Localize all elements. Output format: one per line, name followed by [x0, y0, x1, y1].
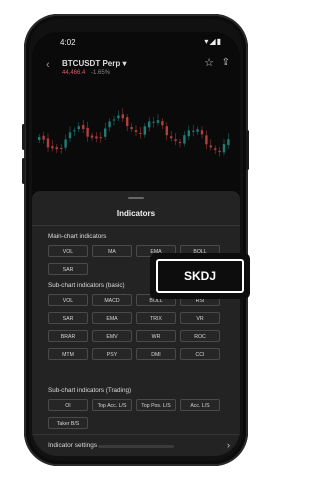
indicator-chip-emv[interactable]: EMV	[92, 330, 132, 342]
candle-body	[38, 137, 41, 140]
status-time: 4:02	[60, 38, 76, 47]
volume-up-button	[22, 124, 25, 150]
share-icon[interactable]: ⇪	[222, 57, 230, 68]
candle-body	[104, 128, 107, 137]
candle-body	[68, 132, 72, 139]
indicator-chip-taker-b-s[interactable]: Taker B/S	[48, 417, 88, 429]
candle-body	[51, 146, 54, 149]
indicator-chip-trix[interactable]: TRIX	[136, 312, 176, 324]
last-price: 44,466.4	[62, 70, 86, 76]
indicator-chip-psy[interactable]: PSY	[92, 348, 132, 360]
indicator-chip-brar[interactable]: BRAR	[48, 330, 88, 342]
candle-body	[170, 136, 173, 139]
chevron-right-icon: ›	[227, 440, 230, 450]
indicator-chip-ma[interactable]: MA	[92, 245, 132, 257]
candle-body	[117, 115, 120, 119]
candle-body	[196, 129, 199, 132]
candle-body	[77, 126, 80, 130]
favorite-star-icon[interactable]: ☆	[204, 56, 214, 69]
volume-down-button	[22, 158, 25, 184]
indicator-chip-dmi[interactable]: DMI	[136, 348, 176, 360]
indicator-chip-top-pos-l-s[interactable]: Top Pos. L/S	[136, 399, 176, 411]
indicator-chip-mtm[interactable]: MTM	[48, 348, 88, 360]
indicator-chip-acc-l-s[interactable]: Acc. L/S	[180, 399, 220, 411]
price-change: -1.65%	[91, 70, 111, 76]
candle-body	[46, 138, 50, 148]
candle-body	[156, 120, 160, 123]
candle-body	[178, 141, 182, 143]
candle-body	[143, 126, 146, 135]
sub-chart-basic-section-title: Sub-chart indicators (basic)	[48, 282, 125, 289]
status-icons: ▾◢▮	[204, 37, 222, 46]
candle-body	[165, 126, 168, 136]
candle-body	[148, 121, 151, 128]
indicator-chip-vr[interactable]: VR	[180, 312, 220, 324]
candle-body	[161, 121, 164, 126]
candle-body	[134, 130, 138, 132]
indicator-chip-oi[interactable]: OI	[48, 399, 88, 411]
candle-body	[227, 139, 230, 146]
indicator-settings-row[interactable]: Indicator settings	[48, 442, 97, 449]
sub-chart-trading-section-title: Sub-chart indicators (Trading)	[48, 387, 132, 394]
candle-body	[95, 136, 98, 139]
candle-body	[99, 137, 102, 139]
candle-body	[205, 135, 208, 145]
candle-body	[192, 130, 195, 132]
candle-body	[42, 135, 45, 140]
back-arrow-icon[interactable]: ‹	[46, 59, 50, 71]
indicator-chip-vol[interactable]: VOL	[48, 245, 88, 257]
candle-body	[183, 135, 186, 144]
candle-body	[55, 147, 58, 150]
divider	[32, 225, 240, 226]
trading-pair-selector[interactable]: BTCUSDT Perp ▾	[62, 59, 126, 68]
candle-body	[82, 125, 85, 129]
highlight-callout: SKDJ	[150, 253, 250, 299]
home-indicator	[98, 445, 174, 448]
candle-body	[218, 150, 221, 152]
indicators-sheet: Indicators Main-chart indicators VOL MA EM…	[32, 191, 240, 456]
candle-body	[209, 145, 212, 148]
price-line: 44,466.4 -1.65%	[62, 70, 110, 76]
indicator-chip-vol[interactable]: VOL	[48, 294, 88, 306]
candle-body	[222, 144, 226, 153]
candle-body	[187, 130, 190, 137]
candle-body	[73, 130, 76, 132]
candle-body	[90, 135, 94, 138]
candle-body	[139, 132, 142, 134]
sheet-title: Indicators	[116, 209, 156, 218]
candle-body	[60, 147, 63, 149]
candle-body	[130, 127, 133, 130]
sheet-drag-handle[interactable]	[128, 197, 144, 199]
candle-body	[174, 139, 177, 141]
indicator-chip-roc[interactable]: ROC	[180, 330, 220, 342]
divider	[32, 434, 240, 435]
candle-body	[108, 121, 111, 128]
indicator-chip-sar[interactable]: SAR	[48, 263, 88, 275]
status-bar: 4:02 ▾◢▮	[32, 34, 240, 52]
indicator-chip-wr[interactable]: WR	[136, 330, 176, 342]
candle-body	[214, 148, 217, 150]
candle-body	[126, 117, 129, 127]
indicator-chip-ema[interactable]: EMA	[92, 312, 132, 324]
candle-body	[121, 114, 124, 119]
candle-body	[64, 139, 67, 148]
skdj-highlight-button[interactable]: SKDJ	[156, 259, 244, 293]
indicator-chip-cci[interactable]: CCI	[180, 348, 220, 360]
power-button	[246, 130, 249, 170]
indicator-chip-top-acc-l-s[interactable]: Top Acc. L/S	[92, 399, 132, 411]
candle-body	[86, 127, 89, 137]
app-screen: 4:02 ▾◢▮ ‹ BTCUSDT Perp ▾ 44,466.4 -1.65…	[32, 32, 240, 456]
candle-body	[152, 121, 155, 123]
candlestick-chart	[38, 108, 230, 157]
candle-body	[112, 119, 116, 121]
indicator-chip-macd[interactable]: MACD	[92, 294, 132, 306]
candle-body	[200, 130, 204, 135]
main-chart-section-title: Main-chart indicators	[48, 233, 107, 240]
indicator-chip-sar[interactable]: SAR	[48, 312, 88, 324]
